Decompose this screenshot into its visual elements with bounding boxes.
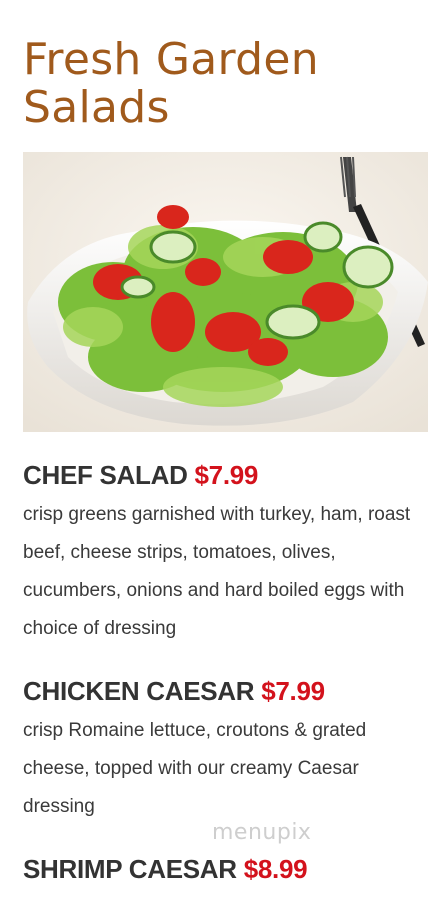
watermark: menupix (212, 820, 312, 845)
item-title: CHICKEN CAESAR $7.99 (23, 676, 423, 706)
item-title: SHRIMP CAESAR $8.99 (23, 854, 423, 884)
menu-item-chicken-caesar: CHICKEN CAESAR $7.99 crisp Romaine lettu… (23, 676, 423, 826)
salad-image-icon (23, 152, 428, 432)
salad-photo (23, 152, 428, 432)
item-price: $7.99 (261, 676, 325, 706)
item-name: CHEF SALAD (23, 460, 188, 490)
item-description: crisp Romaine lettuce, croutons & grated… (23, 720, 367, 817)
item-name: SHRIMP CAESAR (23, 854, 237, 884)
menu-item-chef-salad: CHEF SALAD $7.99 crisp greens garnished … (23, 460, 423, 648)
item-description: crisp greens garnished with turkey, ham,… (23, 504, 411, 639)
item-price: $7.99 (194, 460, 259, 490)
item-name: CHICKEN CAESAR (23, 676, 255, 706)
menu-item-shrimp-caesar: SHRIMP CAESAR $8.99 (23, 854, 423, 884)
section-title: Fresh Garden Salads (23, 34, 319, 133)
item-price: $8.99 (243, 854, 308, 884)
menu-page: Fresh Garden Salads CHEF SALAD $7.99 cri… (0, 0, 445, 919)
item-title: CHEF SALAD $7.99 (23, 460, 423, 490)
